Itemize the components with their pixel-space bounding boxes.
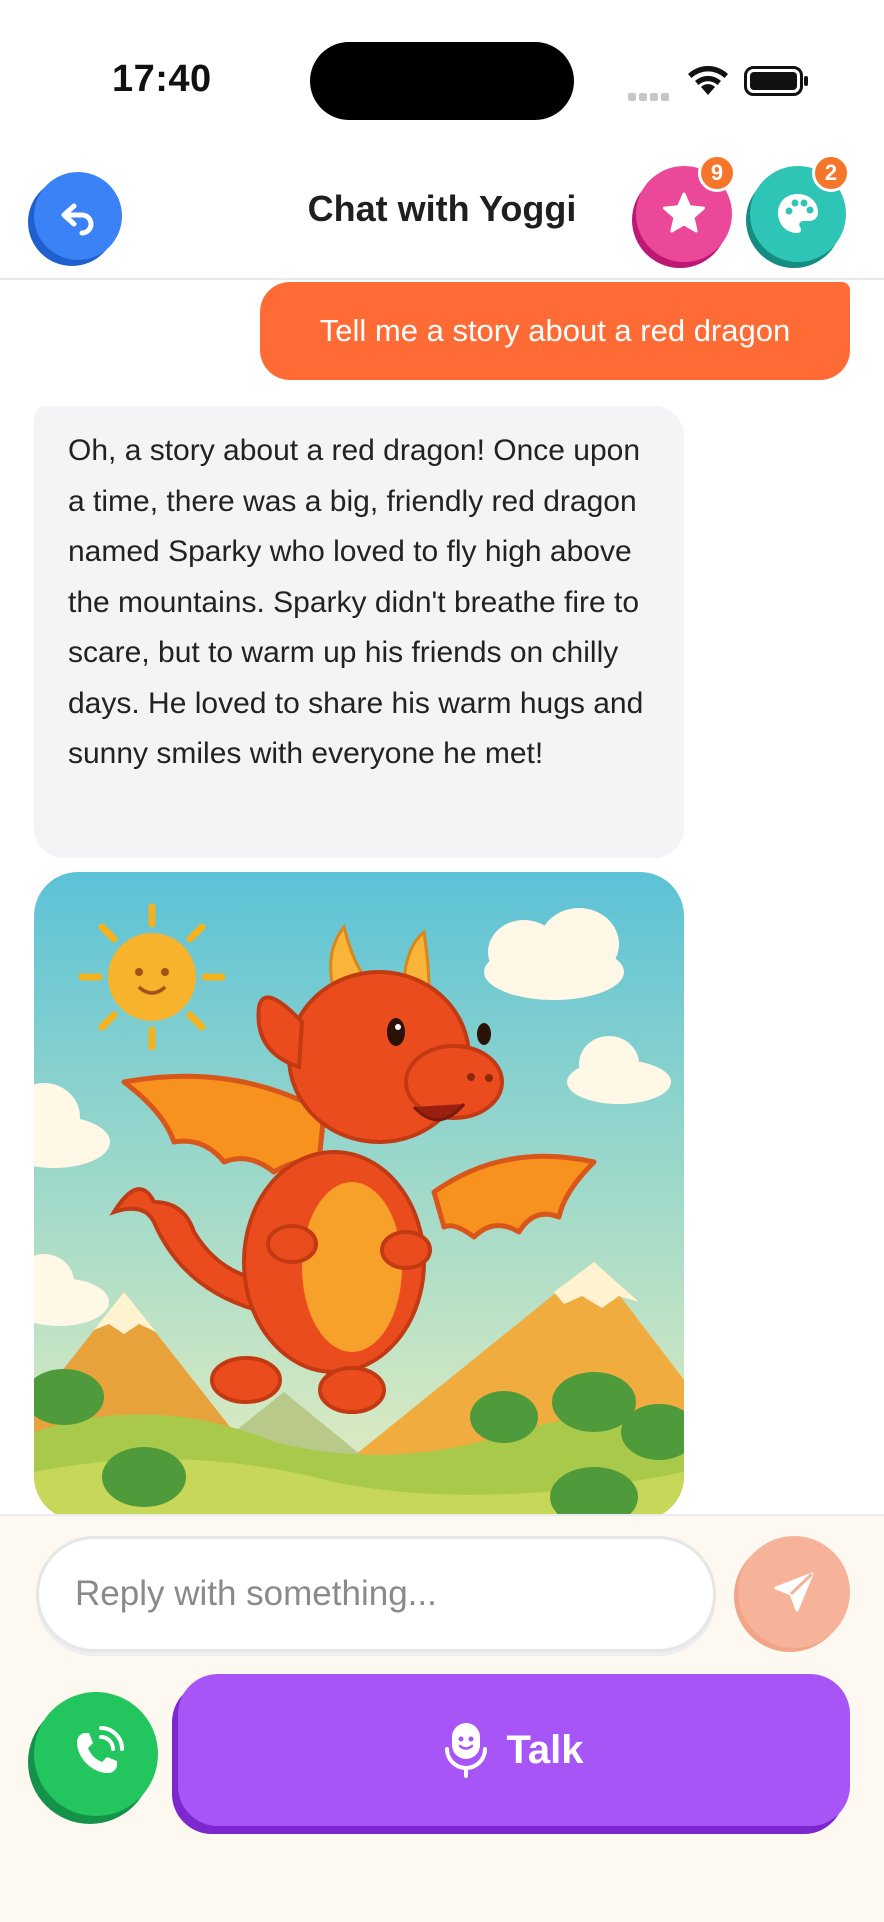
cellular-signal-icon [628,86,674,101]
palette-icon [778,194,818,233]
call-button[interactable] [34,1692,158,1816]
talk-button-label: Talk [506,1727,584,1772]
dragon-illustration[interactable] [34,872,684,1514]
dynamic-island [310,42,574,120]
paper-plane-icon [774,1572,814,1612]
stars-button[interactable]: 9 [636,154,736,262]
user-message-bubble: Tell me a story about a red dragon [260,282,850,380]
star-icon [663,192,705,233]
phone-call-icon [77,1726,124,1773]
reply-input[interactable] [36,1536,716,1652]
status-time: 17:40 [112,58,212,100]
chat-header: Chat with Yoggi 9 2 [0,140,884,280]
send-button[interactable] [738,1536,850,1648]
wifi-icon [688,66,728,95]
chat-messages[interactable]: Tell me a story about a red dragon Oh, a… [0,280,884,1514]
status-bar: 17:40 [0,0,884,140]
palette-button[interactable]: 2 [750,154,850,262]
stars-count-badge: 9 [698,154,736,192]
battery-icon [744,66,808,96]
bot-message-bubble: Oh, a story about a red dragon! Once upo… [34,406,684,858]
palette-count-badge: 2 [812,154,850,192]
microphone-icon [445,1723,488,1778]
message-composer: Talk [0,1514,884,1922]
talk-button[interactable]: Talk [178,1674,850,1826]
